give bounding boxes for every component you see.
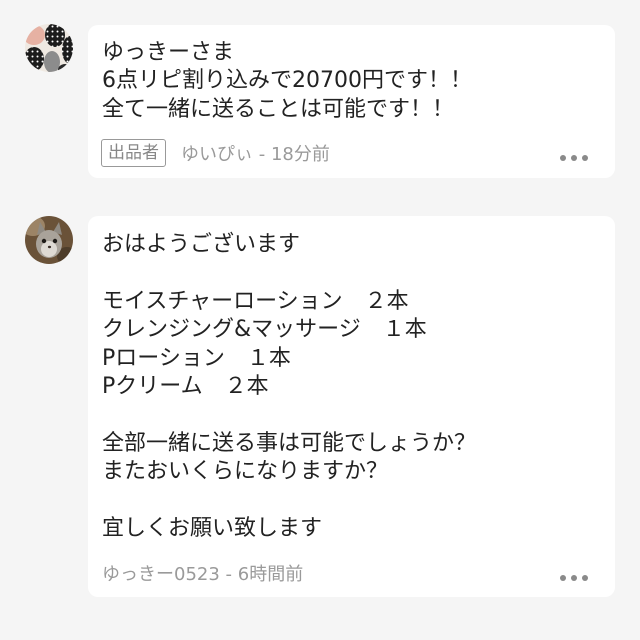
comment-meta: ゆいぴぃ - 18分前 [181,140,330,166]
comment-author[interactable]: ゆっきー0523 [102,564,220,585]
comment-line: またおいくらになりますか？ [102,459,389,485]
comment-line: 宜しくお願い致します [102,516,323,542]
comment-line: 全部一緒に送る事は可能でしょうか？ [102,430,477,456]
comment-line: ゆっきーさま [102,40,235,65]
pattern-shape [45,24,65,47]
cat-photo-avatar-icon [25,216,73,264]
cat-eye [52,238,58,244]
comment-bubble: ゆっきーさま 6点リピ割り込みで20700円です！！ 全て一緒に送ることは可能で… [88,25,615,178]
cat-nose [47,245,52,249]
pattern-shape [44,51,60,72]
more-icon[interactable] [560,155,588,161]
cat-eye [41,238,47,244]
meta-separator: - [219,564,238,585]
user-avatar[interactable] [25,216,73,264]
comment-paragraph: 全部一緒に送る事は可能でしょうか？ またおいくらになりますか？ [102,430,601,487]
comment-paragraph: モイスチャーローション ２本 クレンジング&マッサージ １本 Pローション １本… [102,288,601,402]
comment-paragraph: 宜しくお願い致します [102,515,601,543]
comment-footer: 出品者 ゆいぴぃ - 18分前 [101,139,330,167]
more-icon-dot [582,575,588,581]
comment-footer: ゆっきー0523 - 6時間前 [102,559,303,587]
comment-line: クレンジング&マッサージ １本 [102,317,427,343]
comment-paragraph: おはようございます [102,231,601,259]
cat-muzzle [41,241,57,257]
meta-separator: - [253,144,271,165]
more-icon-dot [560,575,566,581]
user-avatar[interactable] [25,24,73,72]
more-icon-dot [560,155,566,161]
more-icon-dot [571,155,577,161]
patterned-avatar-icon [25,24,73,72]
more-icon-dot [571,575,577,581]
comment-paragraph: ゆっきーさま 6点リピ割り込みで20700円です！！ 全て一緒に送ることは可能で… [102,39,601,124]
more-icon[interactable] [560,575,588,581]
comment-line: 6点リピ割り込みで20700円です！！ [102,68,472,94]
more-icon-dot [582,155,588,161]
comment-bubble: おはようございます モイスチャーローション ２本 クレンジング&マッサージ １本… [88,216,615,597]
comment-line: おはようございます [102,232,301,257]
comment-timestamp: 18分前 [270,144,330,165]
comment-thread: ゆっきーさま 6点リピ割り込みで20700円です！！ 全て一緒に送ることは可能で… [0,0,640,640]
comment-timestamp: 6時間前 [237,564,304,585]
seller-badge: 出品者 [101,139,166,167]
comment-author[interactable]: ゆいぴぃ [181,144,253,165]
comment-line: モイスチャーローション ２本 [102,288,409,314]
comment-line: Pローション １本 [102,345,291,371]
comment-line: 全て一緒に送ることは可能です！！ [102,96,455,122]
comment-line: Pクリーム ２本 [102,374,269,400]
comment-meta: ゆっきー0523 - 6時間前 [102,560,303,586]
